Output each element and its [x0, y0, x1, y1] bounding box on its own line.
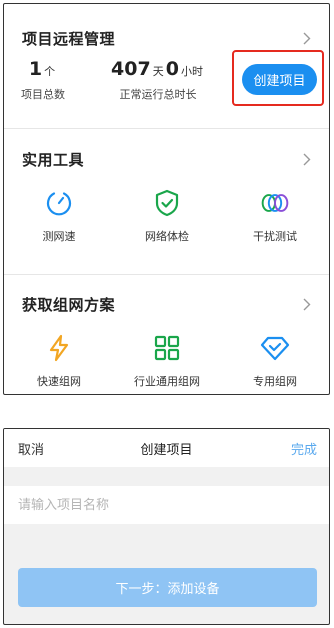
speedometer-icon [44, 188, 74, 218]
solution-industry-network-label: 行业通用组网 [134, 375, 200, 388]
done-button[interactable]: 完成 [291, 439, 317, 458]
uptime-stat: 407 天 0 小时 正常运行总时长 [104, 58, 212, 102]
home-panel: 项目远程管理 1个 项目总数 407 天 0 小时 正常运行总时长 创建项目 实用工具 [3, 3, 330, 395]
tools-title: 实用工具 [22, 150, 85, 169]
tool-network-check-label: 网络体检 [145, 230, 189, 243]
chevron-right-icon[interactable] [301, 31, 313, 45]
create-project-dialog: 取消 创建项目 完成 下一步：添加设备 [3, 428, 330, 625]
shield-check-icon [152, 188, 182, 218]
chevron-right-icon[interactable] [301, 297, 313, 311]
dialog-title: 创建项目 [140, 443, 193, 458]
lightning-icon [44, 333, 74, 363]
grid-icon [152, 333, 182, 363]
tool-network-check[interactable]: 网络体检 [117, 188, 217, 244]
create-project-button[interactable]: 创建项目 [242, 64, 317, 95]
uptime-hours-unit: 小时 [180, 65, 203, 78]
chevron-right-icon[interactable] [301, 152, 313, 166]
project-count-unit: 个 [44, 65, 56, 78]
interference-rings-icon [260, 188, 290, 218]
solution-quick-network-label: 快速组网 [37, 375, 81, 388]
project-mgmt-header[interactable]: 项目远程管理 [22, 26, 313, 50]
solution-dedicated-network[interactable]: 专用组网 [225, 333, 325, 389]
tool-interference-test[interactable]: 干扰测试 [225, 188, 325, 244]
divider [4, 274, 329, 275]
uptime-label: 正常运行总时长 [119, 88, 197, 101]
tool-speed-test-label: 测网速 [42, 230, 76, 243]
solution-industry-network[interactable]: 行业通用组网 [117, 333, 217, 389]
diamond-check-icon [260, 333, 290, 363]
uptime-days-unit: 天 [152, 65, 164, 78]
uptime-days-value: 407 [111, 58, 151, 80]
tools-header[interactable]: 实用工具 [22, 147, 313, 171]
project-mgmt-title: 项目远程管理 [22, 29, 116, 48]
divider [4, 128, 329, 129]
next-add-device-button[interactable]: 下一步：添加设备 [18, 568, 317, 607]
dialog-header: 取消 创建项目 完成 [4, 429, 329, 467]
tool-speed-test[interactable]: 测网速 [9, 188, 109, 244]
project-name-input[interactable] [4, 486, 329, 524]
solutions-header[interactable]: 获取组网方案 [22, 292, 313, 316]
project-count-label: 项目总数 [21, 88, 65, 101]
solutions-title: 获取组网方案 [22, 295, 116, 314]
solution-dedicated-network-label: 专用组网 [253, 375, 297, 388]
uptime-hours-value: 0 [165, 58, 179, 80]
project-count-stat: 1个 项目总数 [18, 58, 68, 102]
tool-interference-test-label: 干扰测试 [253, 230, 297, 243]
project-count-value: 1 [28, 58, 43, 80]
solution-quick-network[interactable]: 快速组网 [9, 333, 109, 389]
